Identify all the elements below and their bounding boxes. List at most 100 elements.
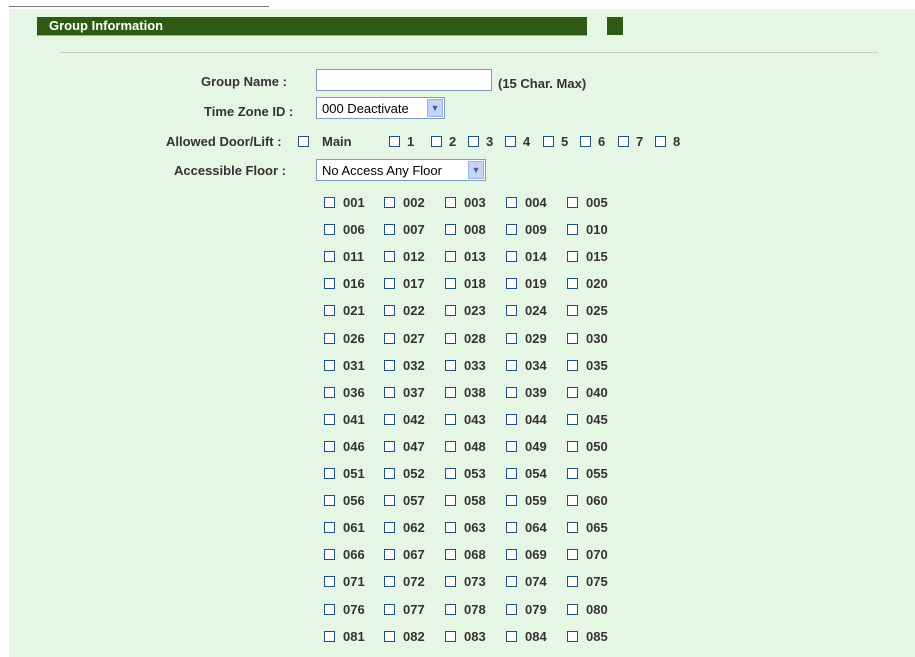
floor-checkbox[interactable] [445, 441, 456, 452]
floor-checkbox[interactable] [445, 333, 456, 344]
floor-label: 083 [464, 629, 486, 644]
floor-checkbox[interactable] [567, 522, 578, 533]
floor-checkbox[interactable] [324, 631, 335, 642]
floor-checkbox[interactable] [506, 305, 517, 316]
floor-checkbox[interactable] [445, 549, 456, 560]
door-checkbox[interactable] [298, 136, 309, 147]
floor-checkbox[interactable] [567, 305, 578, 316]
floor-checkbox[interactable] [384, 604, 395, 615]
floor-checkbox[interactable] [324, 468, 335, 479]
floor-checkbox[interactable] [567, 495, 578, 506]
floor-checkbox[interactable] [324, 495, 335, 506]
floor-checkbox[interactable] [506, 549, 517, 560]
floor-checkbox[interactable] [324, 251, 335, 262]
floor-checkbox[interactable] [506, 468, 517, 479]
floor-checkbox[interactable] [506, 522, 517, 533]
floor-checkbox[interactable] [506, 631, 517, 642]
floor-checkbox[interactable] [324, 360, 335, 371]
floor-checkbox[interactable] [506, 495, 517, 506]
floor-checkbox[interactable] [445, 522, 456, 533]
floor-checkbox[interactable] [384, 197, 395, 208]
floor-checkbox[interactable] [384, 305, 395, 316]
accessible-floor-select[interactable]: No Access Any Floor ▼ [316, 159, 486, 181]
door-checkbox[interactable] [389, 136, 400, 147]
floor-checkbox[interactable] [445, 278, 456, 289]
floor-checkbox[interactable] [506, 197, 517, 208]
floor-checkbox[interactable] [506, 414, 517, 425]
floor-checkbox[interactable] [384, 495, 395, 506]
chevron-down-icon[interactable]: ▼ [427, 99, 443, 117]
floor-checkbox[interactable] [445, 414, 456, 425]
floor-checkbox[interactable] [567, 576, 578, 587]
floor-checkbox[interactable] [384, 576, 395, 587]
floor-checkbox[interactable] [506, 441, 517, 452]
floor-checkbox[interactable] [445, 197, 456, 208]
floor-checkbox[interactable] [445, 305, 456, 316]
floor-checkbox[interactable] [445, 495, 456, 506]
door-checkbox[interactable] [618, 136, 629, 147]
floor-checkbox[interactable] [567, 631, 578, 642]
floor-checkbox[interactable] [506, 224, 517, 235]
door-checkbox[interactable] [468, 136, 479, 147]
floor-checkbox[interactable] [506, 251, 517, 262]
floor-checkbox[interactable] [445, 631, 456, 642]
floor-checkbox[interactable] [384, 360, 395, 371]
floor-checkbox[interactable] [567, 333, 578, 344]
floor-checkbox[interactable] [445, 468, 456, 479]
floor-checkbox[interactable] [567, 197, 578, 208]
floor-checkbox[interactable] [567, 224, 578, 235]
floor-checkbox[interactable] [567, 360, 578, 371]
floor-checkbox[interactable] [384, 251, 395, 262]
floor-checkbox[interactable] [324, 224, 335, 235]
floor-checkbox[interactable] [567, 549, 578, 560]
floor-checkbox[interactable] [567, 414, 578, 425]
floor-checkbox[interactable] [445, 387, 456, 398]
floor-checkbox[interactable] [567, 468, 578, 479]
floor-checkbox[interactable] [506, 333, 517, 344]
floor-checkbox[interactable] [324, 414, 335, 425]
time-zone-select[interactable]: 000 Deactivate ▼ [316, 97, 445, 119]
floor-checkbox[interactable] [324, 387, 335, 398]
floor-checkbox[interactable] [506, 576, 517, 587]
floor-checkbox[interactable] [567, 441, 578, 452]
floor-checkbox[interactable] [384, 522, 395, 533]
floor-checkbox[interactable] [384, 441, 395, 452]
floor-checkbox[interactable] [384, 631, 395, 642]
floor-checkbox[interactable] [384, 333, 395, 344]
floor-checkbox[interactable] [567, 387, 578, 398]
floor-checkbox[interactable] [445, 604, 456, 615]
door-checkbox[interactable] [505, 136, 516, 147]
group-name-input[interactable] [316, 69, 492, 91]
floor-checkbox[interactable] [324, 278, 335, 289]
floor-checkbox[interactable] [567, 278, 578, 289]
floor-checkbox[interactable] [324, 305, 335, 316]
door-checkbox[interactable] [580, 136, 591, 147]
floor-checkbox[interactable] [324, 441, 335, 452]
floor-checkbox[interactable] [384, 468, 395, 479]
floor-checkbox[interactable] [324, 333, 335, 344]
floor-checkbox[interactable] [506, 604, 517, 615]
floor-checkbox[interactable] [445, 576, 456, 587]
door-checkbox[interactable] [431, 136, 442, 147]
floor-checkbox[interactable] [324, 576, 335, 587]
floor-checkbox[interactable] [384, 387, 395, 398]
floor-checkbox[interactable] [384, 414, 395, 425]
floor-checkbox[interactable] [506, 387, 517, 398]
floor-checkbox[interactable] [384, 224, 395, 235]
floor-checkbox[interactable] [324, 197, 335, 208]
floor-checkbox[interactable] [445, 360, 456, 371]
floor-checkbox[interactable] [324, 522, 335, 533]
floor-checkbox[interactable] [384, 278, 395, 289]
chevron-down-icon[interactable]: ▼ [468, 161, 484, 179]
floor-checkbox[interactable] [506, 360, 517, 371]
floor-checkbox[interactable] [445, 224, 456, 235]
floor-checkbox[interactable] [324, 549, 335, 560]
floor-checkbox[interactable] [384, 549, 395, 560]
floor-checkbox[interactable] [506, 278, 517, 289]
door-checkbox[interactable] [543, 136, 554, 147]
floor-checkbox[interactable] [445, 251, 456, 262]
floor-checkbox[interactable] [567, 251, 578, 262]
door-checkbox[interactable] [655, 136, 666, 147]
floor-checkbox[interactable] [324, 604, 335, 615]
floor-checkbox[interactable] [567, 604, 578, 615]
